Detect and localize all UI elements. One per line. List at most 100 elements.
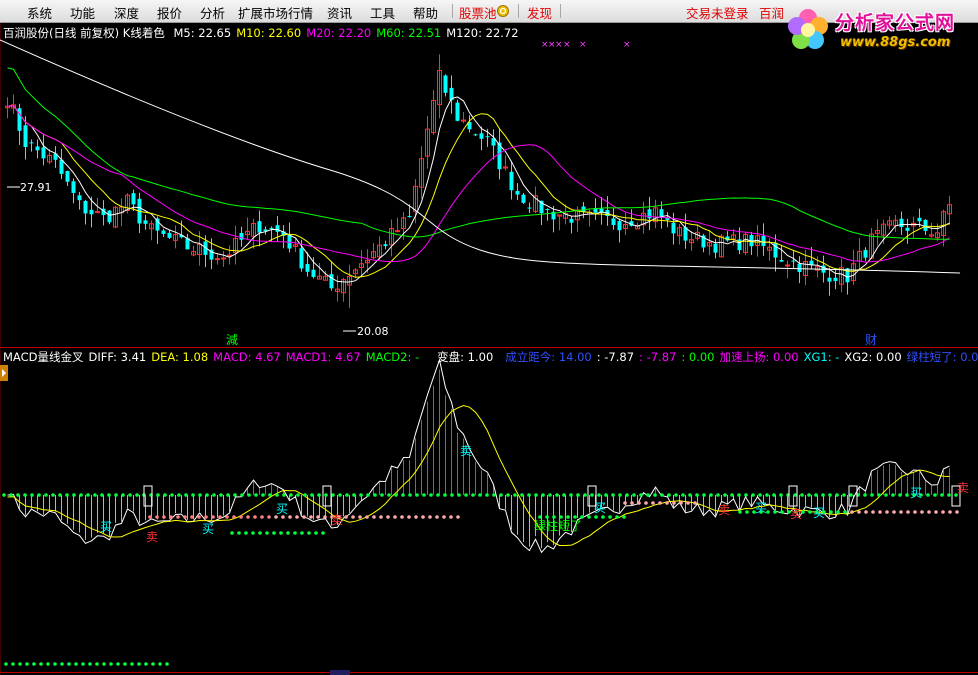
signal-dot — [625, 493, 629, 497]
green-short-label: 绿柱短了 — [534, 518, 582, 533]
signal-dot — [107, 493, 111, 497]
signal-dot — [51, 493, 55, 497]
signal-dot — [158, 662, 162, 666]
signal-dot — [849, 493, 853, 497]
signal-dot — [197, 515, 201, 519]
ma60-line — [7, 67, 950, 240]
candle — [749, 232, 754, 255]
candle — [503, 155, 508, 171]
candle — [65, 170, 70, 187]
signal-dot — [934, 510, 938, 514]
signal-dot — [261, 493, 265, 497]
panel-scroll-arrow[interactable] — [0, 365, 8, 381]
signal-dot — [344, 515, 348, 519]
candle — [251, 218, 256, 249]
candle — [521, 192, 526, 204]
signal-dot — [233, 493, 237, 497]
candle — [395, 217, 400, 233]
signal-dot — [835, 493, 839, 497]
candle — [695, 224, 700, 241]
signal-dot — [709, 493, 713, 497]
sell-signal-label: 卖 — [718, 503, 730, 517]
candle — [281, 225, 286, 249]
candle — [875, 219, 880, 246]
signal-dot — [239, 515, 243, 519]
signal-dot — [387, 493, 391, 497]
candle — [77, 191, 82, 210]
signal-dot — [492, 493, 496, 497]
signal-dot — [877, 493, 881, 497]
marker-jian: 減 — [226, 332, 238, 347]
signal-dot — [352, 493, 356, 497]
signal-dot — [436, 493, 440, 497]
signal-dot — [18, 662, 22, 666]
signal-dot — [58, 493, 62, 497]
signal-dot — [608, 515, 612, 519]
signal-dot — [898, 493, 902, 497]
signal-dot — [948, 510, 952, 514]
signal-dot — [506, 493, 510, 497]
candle — [173, 225, 178, 249]
signal-dot — [289, 493, 293, 497]
candle — [623, 212, 628, 236]
candle — [665, 212, 670, 228]
signal-dot — [116, 662, 120, 666]
buy-signal-label: 买 — [594, 501, 606, 515]
signal-dot — [183, 515, 187, 519]
signal-dot — [807, 493, 811, 497]
signal-dot — [892, 510, 896, 514]
signal-dot — [520, 493, 524, 497]
signal-dot — [338, 493, 342, 497]
signal-dot — [780, 510, 784, 514]
signal-dot — [288, 515, 292, 519]
signal-dot — [730, 493, 734, 497]
signal-dot — [933, 493, 937, 497]
signal-dot — [674, 493, 678, 497]
candle — [29, 139, 34, 152]
signal-dot — [156, 493, 160, 497]
signal-dot — [913, 510, 917, 514]
buy-signal-label: 买 — [910, 486, 922, 500]
signal-dot — [850, 510, 854, 514]
signal-dot — [32, 662, 36, 666]
signal-dot — [601, 515, 605, 519]
signal-dot — [323, 515, 327, 519]
signal-dot — [534, 493, 538, 497]
signal-dot — [351, 515, 355, 519]
x-mark: × — [563, 40, 571, 50]
candle — [743, 232, 748, 256]
candle — [869, 227, 874, 259]
sell-signal-label: 卖 — [331, 513, 343, 527]
signal-dot — [541, 493, 545, 497]
signal-dot — [358, 515, 362, 519]
signal-dot — [321, 531, 325, 535]
signal-dot — [212, 493, 216, 497]
signal-dot — [86, 493, 90, 497]
signal-dot — [314, 531, 318, 535]
candle — [221, 250, 226, 267]
signal-dot — [67, 662, 71, 666]
signal-dot — [737, 493, 741, 497]
candle — [143, 214, 148, 230]
signal-dot — [232, 515, 236, 519]
signal-dot — [121, 493, 125, 497]
signal-dot — [275, 493, 279, 497]
kline-chart[interactable]: 27.9120.08減 财× × × × × × 卖买卖买买卖买卖买卖买买 卖绿柱短了 — [0, 0, 978, 675]
buy-signal-label: 买 — [755, 501, 767, 515]
ma10-line — [7, 104, 950, 278]
signal-dot — [205, 493, 209, 497]
signal-dot — [225, 515, 229, 519]
sell-signal-label: 卖 — [790, 507, 802, 521]
buy-signal-label: 买 — [202, 522, 214, 536]
signal-dot — [871, 510, 875, 514]
signal-dot — [293, 531, 297, 535]
candle — [731, 229, 736, 246]
signal-dot — [688, 493, 692, 497]
signal-dot — [891, 493, 895, 497]
candle — [587, 208, 592, 227]
signal-dot — [611, 493, 615, 497]
ma120-line — [0, 39, 961, 274]
buy-signal-label: 买 — [100, 520, 112, 534]
candle — [359, 250, 364, 276]
candle — [467, 115, 472, 133]
